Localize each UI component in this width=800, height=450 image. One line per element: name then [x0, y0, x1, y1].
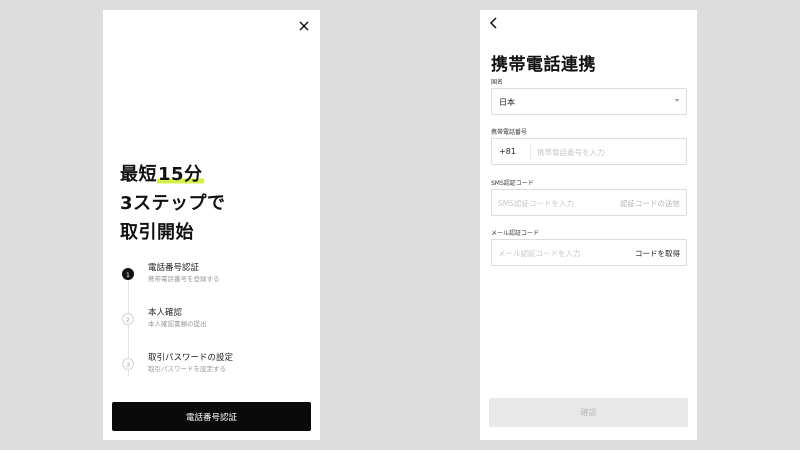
step-title: 取引パスワードの設定: [148, 353, 234, 363]
prefix-divider: [530, 145, 531, 159]
back-chevron-icon[interactable]: [488, 16, 500, 30]
step-list: 1 電話番号認証 携帯電話番号を登録する 2 本人確認 本人確認書類の提出 3 …: [120, 262, 310, 397]
phone-input[interactable]: [537, 143, 677, 161]
phone-verification-button[interactable]: 電話番号認証: [112, 402, 311, 431]
phone-link-screen: 携帯電話連携 国名 日本 携帯電話番号 +81 SMS認証コード 認証コードの送…: [480, 10, 697, 440]
send-sms-code-button[interactable]: 認証コードの送信: [620, 198, 680, 209]
headline-highlight: 15分: [157, 164, 204, 185]
step-description: 取引パスワードを設定する: [148, 365, 226, 373]
step-description: 携帯電話番号を登録する: [148, 275, 220, 283]
country-select[interactable]: 日本: [491, 88, 687, 115]
page-title: 携帯電話連携: [491, 55, 596, 75]
email-code-label: メール認証コード: [491, 230, 540, 237]
headline: 最短15分 3ステップで 取引開始: [120, 160, 226, 247]
headline-line-1: 最短15分: [120, 160, 226, 189]
step-number-badge: 3: [122, 358, 134, 370]
sms-code-field: 認証コードの送信: [491, 189, 687, 216]
get-email-code-button[interactable]: コードを取得: [635, 248, 680, 259]
email-code-input[interactable]: [498, 244, 616, 262]
headline-line-2: 3ステップで: [120, 193, 226, 214]
phone-field: +81: [491, 138, 687, 165]
step-description: 本人確認書類の提出: [148, 320, 207, 328]
headline-line-3: 取引開始: [120, 222, 194, 243]
step-item: 3 取引パスワードの設定 取引パスワードを設定する: [120, 353, 310, 397]
country-select-value: 日本: [499, 98, 515, 107]
confirm-button[interactable]: 確認: [489, 398, 688, 427]
country-code-prefix: +81: [499, 147, 516, 156]
close-icon[interactable]: [296, 18, 312, 34]
country-label: 国名: [491, 79, 504, 86]
email-code-field: コードを取得: [491, 239, 687, 266]
step-item: 1 電話番号認証 携帯電話番号を登録する: [120, 263, 310, 307]
sms-code-input[interactable]: [498, 194, 602, 212]
sms-code-label: SMS認証コード: [491, 180, 534, 187]
step-title: 電話番号認証: [148, 263, 200, 273]
dropdown-caret-icon: [675, 99, 679, 102]
step-number-badge: 2: [122, 313, 134, 325]
step-title: 本人確認: [148, 308, 183, 318]
step-number-badge: 1: [122, 268, 134, 280]
step-item: 2 本人確認 本人確認書類の提出: [120, 308, 310, 352]
headline-prefix: 最短: [120, 164, 157, 185]
onboarding-screen: 最短15分 3ステップで 取引開始 1 電話番号認証 携帯電話番号を登録する 2…: [103, 10, 320, 440]
phone-label: 携帯電話番号: [491, 129, 528, 136]
